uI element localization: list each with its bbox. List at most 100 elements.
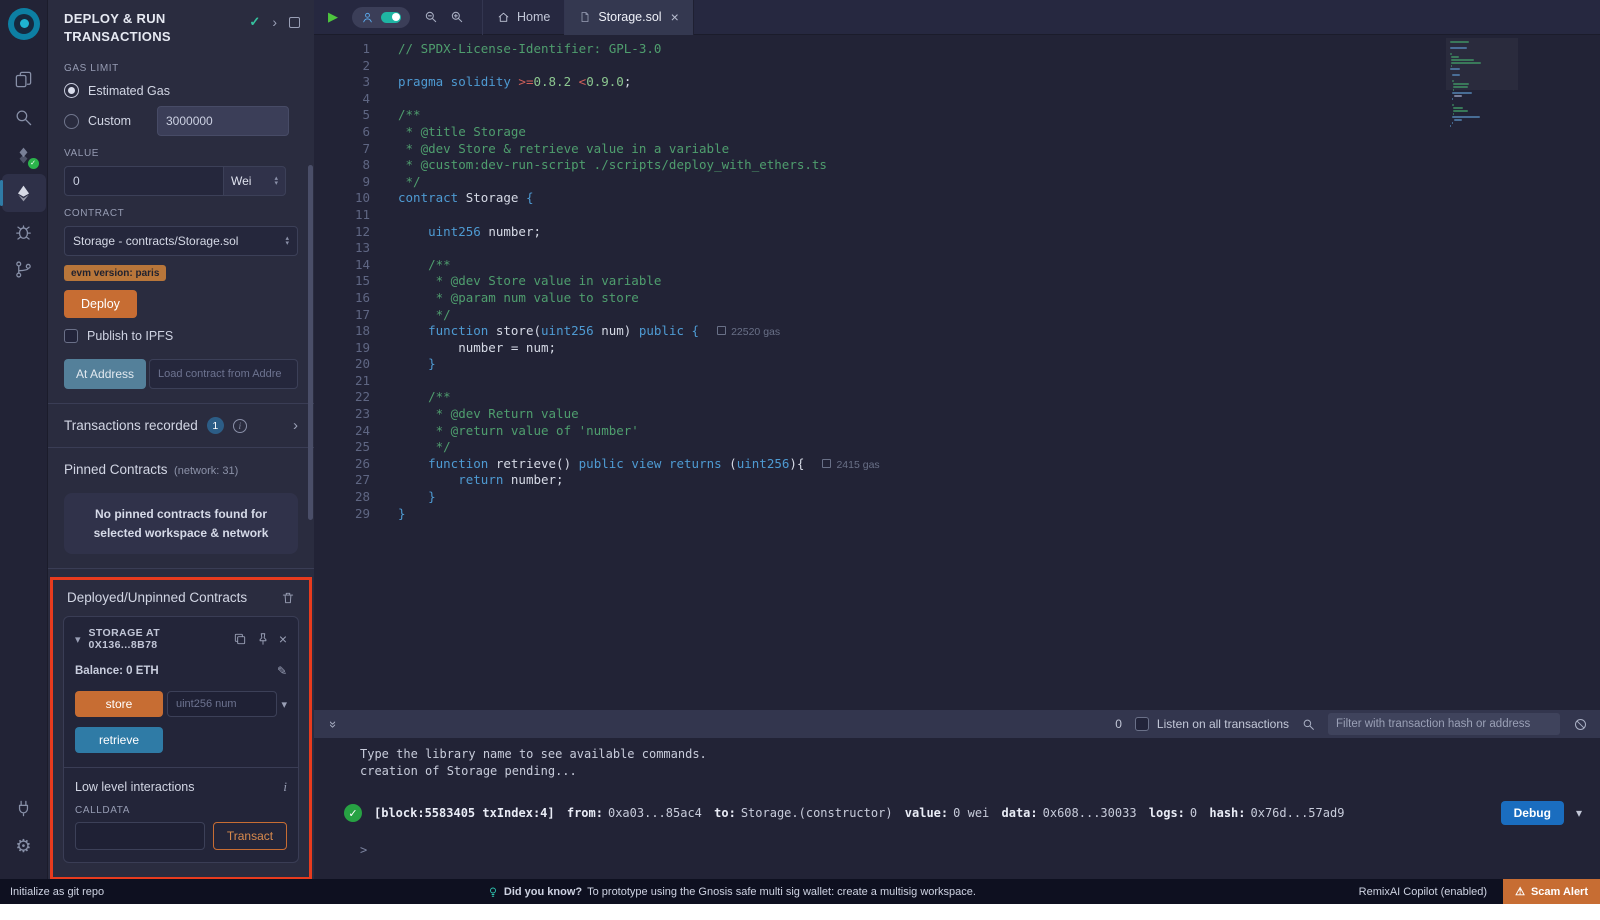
code-editor[interactable]: 1234567891011121314151617181920212223242… — [314, 35, 1600, 710]
estimated-gas-radio[interactable]: Estimated Gas — [64, 83, 298, 98]
low-level-info-icon[interactable]: i — [283, 779, 287, 795]
scam-alert-button[interactable]: ⚠ Scam Alert — [1503, 879, 1600, 904]
home-icon — [497, 11, 510, 24]
zoom-in-icon[interactable] — [450, 10, 464, 24]
debugger-icon[interactable] — [2, 212, 46, 250]
instance-address-label: STORAGE AT 0X136...8B78 — [89, 627, 225, 651]
minimap-line — [1451, 65, 1452, 67]
at-address-button[interactable]: At Address — [64, 359, 146, 389]
run-script-icon[interactable]: ▶ — [328, 9, 338, 25]
code-line: number = num; — [398, 340, 1600, 357]
code-line — [398, 207, 1600, 224]
expand-tx-icon[interactable]: ▾ — [1576, 806, 1582, 820]
listen-all-transactions-checkbox[interactable]: Listen on all transactions — [1135, 717, 1289, 731]
publish-to-ipfs-label: Publish to IPFS — [87, 329, 173, 343]
line-number: 29 — [314, 506, 370, 523]
code-line: } — [398, 506, 1600, 523]
divider — [64, 767, 298, 768]
minimap-line — [1450, 68, 1460, 70]
terminal-line: Type the library name to see available c… — [360, 746, 1600, 763]
terminal-prompt[interactable]: > — [360, 843, 1600, 857]
tab-storage-sol[interactable]: Storage.sol × — [565, 0, 693, 35]
pin-contract-icon[interactable] — [256, 632, 270, 646]
line-number: 1 — [314, 41, 370, 58]
minimap-line — [1451, 56, 1460, 58]
search-in-files-icon[interactable] — [2, 98, 46, 136]
evm-version-badge: evm version: paris — [64, 265, 166, 281]
line-number: 10 — [314, 190, 370, 207]
zoom-out-icon[interactable] — [424, 10, 438, 24]
plugin-manager-icon[interactable] — [2, 789, 46, 827]
transactions-recorded-label: Transactions recorded — [64, 418, 198, 433]
remix-logo-icon[interactable] — [8, 8, 40, 40]
side-panel-scrollbar[interactable] — [308, 165, 313, 520]
code-line: pragma solidity >=0.8.2 <0.9.0; — [398, 74, 1600, 91]
value-input[interactable] — [64, 166, 224, 196]
deploy-and-run-icon[interactable] — [2, 174, 46, 212]
minimap-line — [1454, 119, 1462, 121]
terminal-search-icon[interactable] — [1302, 718, 1315, 731]
minimap-line — [1450, 47, 1467, 49]
remove-instance-icon[interactable]: × — [279, 632, 287, 646]
debug-button[interactable]: Debug — [1501, 801, 1564, 825]
close-tab-icon[interactable]: × — [671, 9, 679, 25]
value-label: VALUE — [64, 148, 298, 159]
copilot-toggle[interactable] — [381, 12, 401, 23]
pinned-empty-message: No pinned contracts found for selected w… — [64, 493, 298, 554]
panel-forward-icon[interactable]: › — [272, 14, 277, 30]
deploy-button[interactable]: Deploy — [64, 290, 137, 318]
panel-title: DEPLOY & RUN TRANSACTIONS — [64, 10, 214, 45]
file-explorer-icon[interactable] — [2, 60, 46, 98]
vertical-icon-bar: ✓ ⚙ — [0, 0, 48, 879]
at-address-input[interactable] — [149, 359, 298, 389]
pin-panel-icon[interactable] — [289, 17, 300, 28]
ai-assistant-icon[interactable] — [361, 11, 374, 24]
edit-balance-icon[interactable]: ✎ — [277, 664, 287, 678]
calldata-input[interactable] — [75, 822, 205, 850]
solidity-compiler-icon[interactable]: ✓ — [2, 136, 46, 174]
value-unit-select[interactable]: Wei ▴▾ — [224, 166, 286, 196]
store-function-button[interactable]: store — [75, 691, 163, 717]
custom-gas-input[interactable] — [157, 106, 289, 136]
value-unit-label: Wei — [231, 174, 251, 188]
line-number: 11 — [314, 207, 370, 224]
chevron-right-icon[interactable]: › — [293, 417, 298, 434]
checkbox-icon — [1135, 717, 1149, 731]
editor-code[interactable]: // SPDX-License-Identifier: GPL-3.0 pragm… — [384, 35, 1600, 710]
copilot-status[interactable]: RemixAI Copilot (enabled) — [1359, 886, 1487, 898]
minimap-line — [1453, 89, 1454, 91]
transaction-log-row[interactable]: ✓ [block:5583405 txIndex:4] from:0xa03..… — [344, 801, 1586, 825]
contract-instance-card: ▾ STORAGE AT 0X136...8B78 × Balance: 0 E… — [63, 616, 299, 863]
minimap-line — [1452, 98, 1453, 100]
collapse-terminal-icon[interactable]: » — [326, 720, 341, 727]
custom-gas-radio[interactable] — [64, 114, 79, 129]
trash-icon[interactable] — [281, 591, 295, 605]
copy-address-icon[interactable] — [233, 632, 247, 646]
transaction-filter-input[interactable] — [1328, 713, 1560, 735]
contract-label: CONTRACT — [64, 208, 298, 219]
git-icon[interactable] — [2, 250, 46, 288]
code-line: */ — [398, 174, 1600, 191]
store-argument-input[interactable] — [167, 691, 277, 717]
info-icon[interactable]: i — [233, 419, 247, 433]
listen-all-transactions-label: Listen on all transactions — [1157, 717, 1289, 731]
remix-ide-window: ✓ ⚙ DEPLOY & RUN TRANSACTIONS ✓ › — [0, 0, 1600, 904]
transactions-recorded-row[interactable]: Transactions recorded 1 i › — [48, 404, 314, 447]
collapse-instance-icon[interactable]: ▾ — [75, 633, 81, 646]
settings-icon[interactable]: ⚙ — [2, 827, 46, 865]
retrieve-function-button[interactable]: retrieve — [75, 727, 163, 753]
line-number: 16 — [314, 290, 370, 307]
circle-slash-icon[interactable] — [1573, 717, 1588, 732]
tab-home[interactable]: Home — [482, 0, 565, 35]
publish-to-ipfs-checkbox[interactable]: Publish to IPFS — [64, 329, 298, 343]
minimap-line — [1451, 62, 1482, 64]
contract-selected-value: Storage - contracts/Storage.sol — [73, 234, 238, 248]
contract-select[interactable]: Storage - contracts/Storage.sol ▴▾ — [64, 226, 298, 256]
expand-arguments-icon[interactable]: ▾ — [281, 698, 287, 711]
code-line: // SPDX-License-Identifier: GPL-3.0 — [398, 41, 1600, 58]
minimap[interactable] — [1450, 41, 1514, 128]
code-line: * @dev Store & retrieve value in a varia… — [398, 141, 1600, 158]
gear-icon: ⚙ — [15, 837, 31, 855]
warning-icon: ⚠ — [1515, 885, 1525, 898]
transact-button[interactable]: Transact — [213, 822, 287, 850]
